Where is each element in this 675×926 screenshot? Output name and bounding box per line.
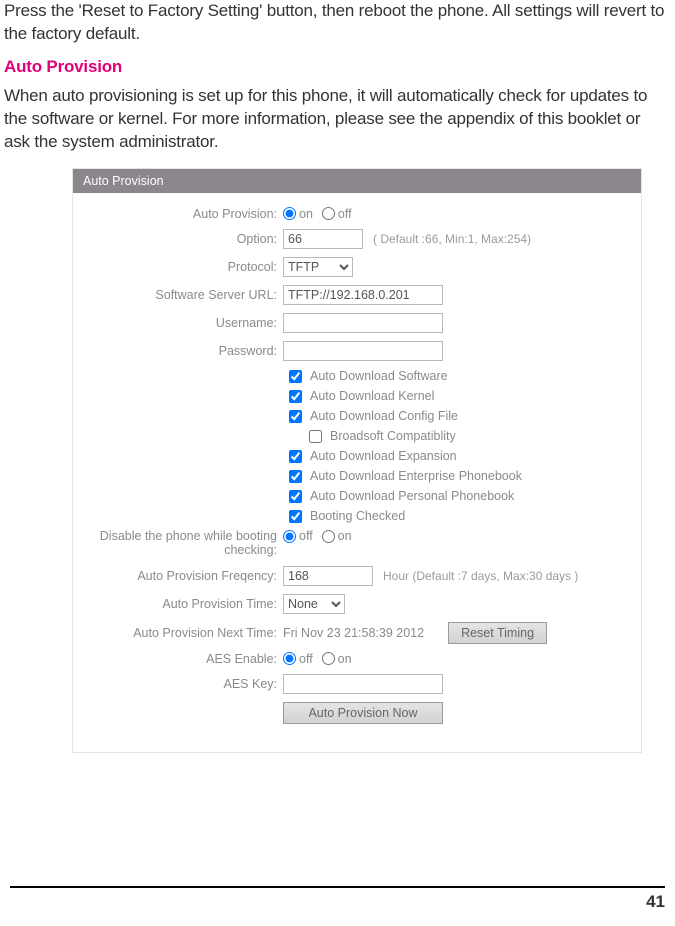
label-disable-boot: Disable the phone while booting checking…	[83, 529, 283, 558]
radio-off-label: off	[338, 207, 352, 221]
radio-disable-off-label: off	[299, 529, 313, 543]
aes-enable-radio[interactable]: off on	[283, 652, 631, 666]
input-password[interactable]	[283, 341, 443, 361]
check-dl-config-label: Auto Download Config File	[310, 409, 458, 423]
radio-on[interactable]	[283, 207, 296, 220]
check-dl-ent-pb[interactable]	[289, 470, 302, 483]
label-password: Password:	[83, 344, 283, 358]
panel-body: Auto Provision: on off Option: ( Default…	[73, 193, 641, 753]
section-title-auto-provision: Auto Provision	[4, 56, 665, 79]
check-broadsoft[interactable]	[309, 430, 322, 443]
value-next-time: Fri Nov 23 21:58:39 2012	[283, 626, 424, 640]
select-time[interactable]: None	[283, 594, 345, 614]
check-broadsoft-label: Broadsoft Compatiblity	[330, 429, 456, 443]
radio-aes-off[interactable]	[283, 652, 296, 665]
auto-provision-panel: Auto Provision Auto Provision: on off Op…	[72, 168, 642, 754]
check-dl-expansion[interactable]	[289, 450, 302, 463]
check-dl-expansion-label: Auto Download Expansion	[310, 449, 457, 463]
radio-on-label: on	[299, 207, 313, 221]
input-option[interactable]	[283, 229, 363, 249]
label-time: Auto Provision Time:	[83, 597, 283, 611]
input-username[interactable]	[283, 313, 443, 333]
check-boot-checked[interactable]	[289, 510, 302, 523]
hint-freq: Hour (Default :7 days, Max:30 days )	[383, 569, 578, 583]
paragraph-auto-provision: When auto provisioning is set up for thi…	[4, 85, 665, 154]
label-freq: Auto Provision Freqency:	[83, 569, 283, 583]
radio-aes-on[interactable]	[322, 652, 335, 665]
radio-off[interactable]	[322, 207, 335, 220]
check-dl-ent-pb-label: Auto Download Enterprise Phonebook	[310, 469, 522, 483]
paragraph-reset: Press the 'Reset to Factory Setting' but…	[4, 0, 665, 46]
check-dl-software[interactable]	[289, 370, 302, 383]
input-aes-key[interactable]	[283, 674, 443, 694]
input-freq[interactable]	[283, 566, 373, 586]
radio-disable-on-label: on	[338, 529, 352, 543]
input-server-url[interactable]	[283, 285, 443, 305]
label-aes-enable: AES Enable:	[83, 652, 283, 666]
check-dl-software-label: Auto Download Software	[310, 369, 448, 383]
panel-title: Auto Provision	[73, 169, 641, 193]
check-dl-kernel[interactable]	[289, 390, 302, 403]
label-server-url: Software Server URL:	[83, 288, 283, 302]
disable-boot-radio[interactable]: off on	[283, 529, 631, 543]
radio-aes-on-label: on	[338, 652, 352, 666]
hint-option: ( Default :66, Min:1, Max:254)	[373, 232, 531, 246]
check-dl-pers-pb-label: Auto Download Personal Phonebook	[310, 489, 514, 503]
check-dl-pers-pb[interactable]	[289, 490, 302, 503]
auto-provision-now-button[interactable]: Auto Provision Now	[283, 702, 443, 724]
label-next-time: Auto Provision Next Time:	[83, 626, 283, 640]
check-boot-checked-label: Booting Checked	[310, 509, 405, 523]
label-protocol: Protocol:	[83, 260, 283, 274]
check-dl-config[interactable]	[289, 410, 302, 423]
auto-provision-radio[interactable]: on off	[283, 207, 631, 221]
radio-disable-on[interactable]	[322, 530, 335, 543]
reset-timing-button[interactable]: Reset Timing	[448, 622, 547, 644]
label-aes-key: AES Key:	[83, 677, 283, 691]
radio-aes-off-label: off	[299, 652, 313, 666]
page-number: 41	[10, 886, 665, 912]
check-dl-kernel-label: Auto Download Kernel	[310, 389, 434, 403]
label-auto-provision: Auto Provision:	[83, 207, 283, 221]
label-username: Username:	[83, 316, 283, 330]
label-option: Option:	[83, 232, 283, 246]
radio-disable-off[interactable]	[283, 530, 296, 543]
select-protocol[interactable]: TFTP	[283, 257, 353, 277]
